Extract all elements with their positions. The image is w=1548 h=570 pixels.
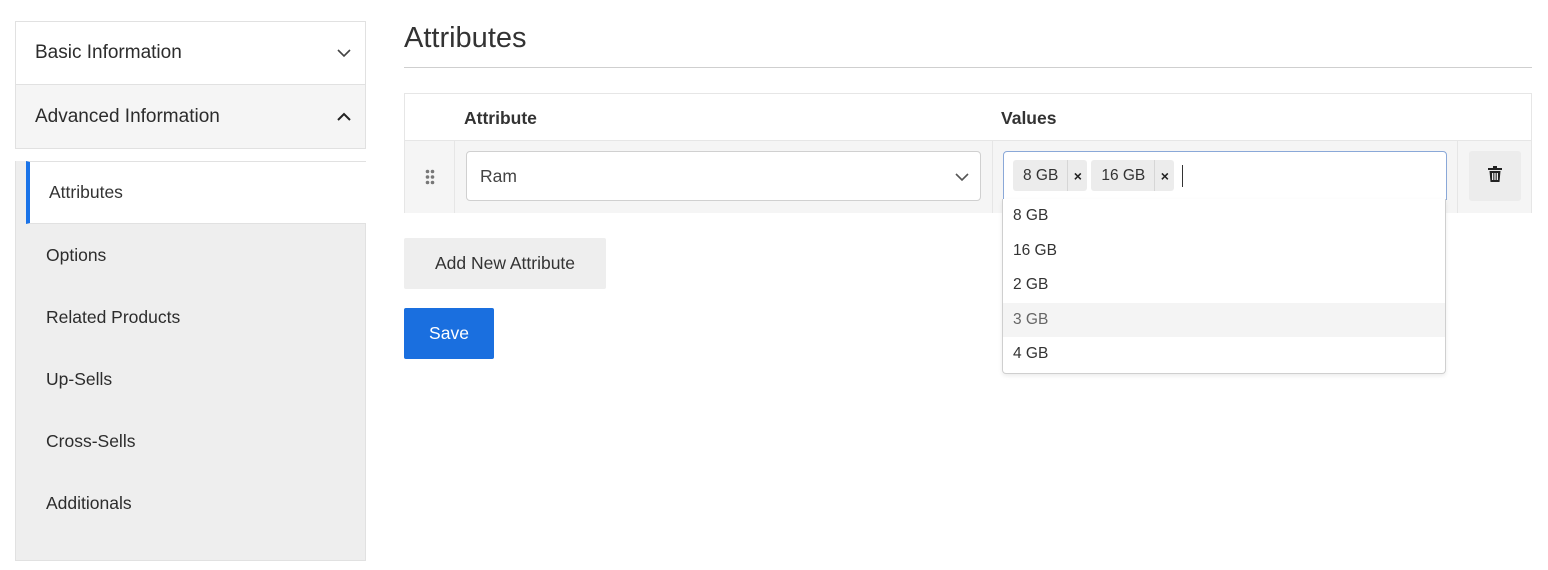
sidebar-item-up-sells[interactable]: Up-Sells: [16, 348, 365, 410]
close-icon[interactable]: ×: [1154, 160, 1174, 191]
accordion-label: Basic Information: [35, 42, 182, 63]
table-header: Attribute Values: [405, 94, 1531, 141]
dropdown-option[interactable]: 2 GB: [1003, 268, 1445, 303]
chevron-up-icon: [336, 109, 352, 125]
delete-row-button[interactable]: [1469, 151, 1521, 201]
page-title: Attributes: [404, 22, 527, 54]
values-dropdown: 8 GB 16 GB 2 GB 3 GB 4 GB: [1002, 199, 1446, 374]
main-content: Attributes Attribute Values Ram 8 GB × 1…: [404, 0, 1532, 570]
attribute-select[interactable]: Ram: [466, 151, 981, 201]
text-caret: [1182, 164, 1184, 187]
value-tag: 16 GB ×: [1091, 160, 1175, 191]
column-header-attribute: Attribute: [464, 108, 537, 128]
chevron-down-icon: [336, 45, 352, 61]
column-header-values: Values: [1001, 108, 1057, 128]
attributes-table: Attribute Values Ram 8 GB × 16 GB ×: [404, 93, 1532, 213]
dropdown-option[interactable]: 8 GB: [1003, 199, 1445, 234]
sidebar-item-label: Cross-Sells: [46, 430, 136, 451]
sidebar-item-additionals[interactable]: Additionals: [16, 472, 365, 534]
sidebar-item-label: Additionals: [46, 492, 132, 513]
sidebar-item-attributes[interactable]: Attributes: [26, 161, 366, 224]
values-multiselect[interactable]: 8 GB × 16 GB ×: [1003, 151, 1447, 200]
sidebar-item-options[interactable]: Options: [16, 224, 365, 286]
divider: [992, 141, 993, 213]
dropdown-option[interactable]: 3 GB: [1003, 302, 1445, 337]
sidebar-item-label: Up-Sells: [46, 368, 113, 389]
add-new-attribute-button[interactable]: Add New Attribute: [404, 238, 606, 289]
sidebar-item-label: Related Products: [46, 306, 181, 327]
accordion-label: Advanced Information: [35, 105, 220, 127]
save-button[interactable]: Save: [404, 308, 494, 359]
divider: [1457, 141, 1458, 213]
sidebar-item-label: Options: [46, 244, 107, 265]
divider: [404, 67, 1532, 68]
attribute-select-value: Ram: [480, 165, 517, 186]
close-icon[interactable]: ×: [1067, 160, 1087, 191]
advanced-submenu: Attributes Options Related Products Up-S…: [15, 161, 366, 561]
value-tag-label: 8 GB: [1023, 166, 1059, 184]
sidebar: Basic Information Advanced Information A…: [15, 21, 366, 561]
drag-handle-icon[interactable]: [405, 141, 455, 213]
accordion-advanced-information[interactable]: Advanced Information: [15, 85, 366, 149]
dropdown-option[interactable]: 4 GB: [1003, 337, 1445, 372]
sidebar-item-related-products[interactable]: Related Products: [16, 286, 365, 348]
value-tag-label: 16 GB: [1101, 166, 1146, 184]
sidebar-item-label: Attributes: [49, 182, 123, 202]
chevron-down-icon: [954, 169, 970, 190]
dropdown-option[interactable]: 16 GB: [1003, 234, 1445, 269]
trash-icon: [1488, 165, 1502, 187]
sidebar-item-cross-sells[interactable]: Cross-Sells: [16, 410, 365, 472]
accordion-basic-information[interactable]: Basic Information: [15, 21, 366, 85]
value-tag: 8 GB ×: [1013, 160, 1088, 191]
